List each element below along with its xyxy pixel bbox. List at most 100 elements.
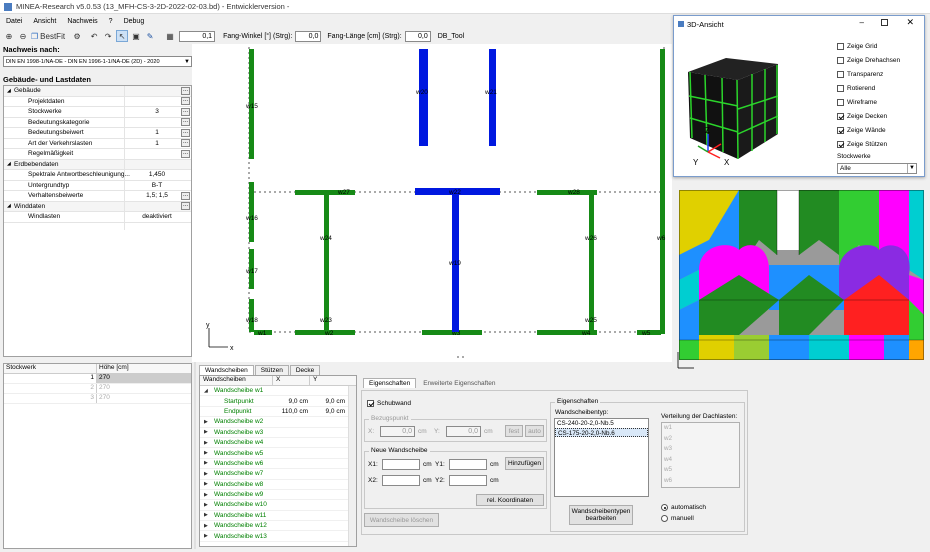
ellipsis-button[interactable]: ... (181, 118, 190, 127)
view3d-option[interactable]: Zeige Stützen (837, 139, 922, 153)
floor-plan-svg[interactable]: w15w16w17w18w27w24w28w26w23 w25w1 w2 w3 w4 w5… (192, 44, 672, 362)
y1-input[interactable] (449, 459, 487, 470)
table-row[interactable]: ▶ Wandscheibe w2 (200, 417, 356, 428)
wandscheibe-loeschen-button[interactable]: Wandscheibe löschen (364, 513, 439, 527)
expand-icon[interactable]: ▶ (204, 450, 208, 456)
expand-icon[interactable]: ◢ (7, 88, 11, 94)
rel-koordinaten-button[interactable]: rel. Koordinaten (476, 494, 544, 506)
property-row[interactable]: Bedeutungskategorie... (4, 118, 191, 128)
table-row[interactable]: 1 270 (4, 374, 191, 384)
auto-radio[interactable] (661, 504, 668, 511)
table-row[interactable]: ▶ Wandscheibe w10 (200, 500, 356, 511)
grid-icon[interactable]: ▦ (164, 30, 176, 42)
maximize-icon[interactable] (881, 19, 888, 26)
settings-icon[interactable]: ⚙ (71, 30, 83, 42)
option-checkbox[interactable] (837, 84, 844, 92)
table-row[interactable]: ▶ Wandscheibe w6 (200, 459, 356, 470)
auto-option[interactable]: automatisch (661, 504, 706, 511)
option-checkbox[interactable] (837, 140, 844, 148)
view3d-stockwerke-select[interactable]: Alle ▼ (837, 163, 917, 174)
wall-w6[interactable] (660, 49, 665, 334)
menu-debug[interactable]: Debug (124, 18, 145, 25)
typ-list[interactable]: CS-240-20-2,0-Nb.5 CS-175-20-2,0-Nb.6 (554, 418, 649, 497)
hinzufuegen-button[interactable]: Hinzufügen (505, 457, 544, 470)
view3d-option[interactable]: Wireframe (837, 97, 922, 111)
view3d-option[interactable]: Zeige Grid (837, 41, 922, 55)
property-row[interactable]: Regelmäßigkeit... (4, 149, 191, 160)
ellipsis-button[interactable]: ... (181, 149, 190, 158)
pointer-tool-icon[interactable]: ↖ (116, 30, 129, 42)
expand-icon[interactable]: ◢ (7, 203, 11, 209)
table-row[interactable]: ▶ Wandscheibe w11 (200, 511, 356, 522)
bez-x-input[interactable]: 0,0 (380, 426, 415, 437)
expand-icon[interactable]: ▶ (204, 471, 208, 477)
property-group[interactable]: ◢ Winddaten... (4, 201, 191, 212)
table-row[interactable]: ▶ Wandscheibe w4 (200, 438, 356, 449)
wall-w16[interactable] (249, 182, 254, 242)
ellipsis-button[interactable]: ... (181, 139, 190, 148)
property-row[interactable]: Art der Verkehrslasten 1... (4, 139, 191, 149)
property-row[interactable]: Verhaltensbeiwerte 1,5; 1,5... (4, 191, 191, 202)
ellipsis-button[interactable]: ... (181, 97, 190, 106)
menu-ansicht[interactable]: Ansicht (33, 18, 56, 25)
wall-w20[interactable] (419, 49, 428, 146)
ellipsis-button[interactable]: ... (181, 128, 190, 137)
expand-icon[interactable]: ◢ (204, 388, 208, 394)
tab-stuetzen[interactable]: Stützen (254, 365, 289, 375)
expand-icon[interactable]: ▶ (204, 512, 208, 518)
view3d-option[interactable]: Rotierend (837, 83, 922, 97)
table-row[interactable]: ◢ Wandscheibe w1 (200, 386, 356, 397)
expand-icon[interactable]: ▶ (204, 429, 208, 435)
property-row[interactable]: Projektdaten... (4, 97, 191, 107)
table-row[interactable]: ▶ Wandscheibe w8 (200, 480, 356, 490)
ellipsis-button[interactable]: ... (181, 202, 190, 211)
schubwand-option[interactable]: Schubwand (367, 400, 411, 407)
verteilung-list[interactable]: w1 w2 w3 w4 w5 w6 (661, 422, 740, 488)
x2-input[interactable] (382, 475, 420, 486)
table-row[interactable]: ▶ Wandscheibe w5 (200, 448, 356, 459)
select-area-icon[interactable]: ▣ (130, 30, 142, 42)
option-checkbox[interactable] (837, 42, 844, 50)
option-checkbox[interactable] (837, 126, 844, 134)
x1-input[interactable] (382, 459, 420, 470)
expand-icon[interactable]: ▶ (204, 533, 208, 539)
typen-bearbeiten-button[interactable]: Wandscheibentypen bearbeiten (569, 505, 633, 525)
fang-winkel-input[interactable]: 0,0 (295, 30, 322, 42)
fang-laenge-input[interactable]: 0,0 (404, 30, 431, 42)
expand-icon[interactable]: ▶ (204, 460, 208, 466)
expand-icon[interactable]: ▶ (204, 502, 208, 508)
manuell-radio[interactable] (661, 515, 668, 522)
expand-icon[interactable]: ▶ (204, 481, 208, 487)
view3d-option[interactable]: Zeige Wände (837, 125, 922, 139)
option-checkbox[interactable] (837, 56, 844, 64)
view3d-option[interactable]: Zeige Drehachsen (837, 55, 922, 69)
undo-icon[interactable]: ↶ (88, 30, 100, 42)
expand-icon[interactable]: ▶ (204, 492, 208, 498)
zoom-out-icon[interactable]: ⊖ (17, 30, 29, 42)
expand-icon[interactable]: ▶ (204, 440, 208, 446)
property-row[interactable]: Untergrundtyp B-T (4, 181, 191, 191)
manuell-option[interactable]: manuell (661, 515, 694, 522)
tab-decke[interactable]: Decke (289, 365, 321, 375)
auto-button[interactable]: auto (525, 425, 544, 437)
ellipsis-button[interactable]: ... (181, 107, 190, 116)
tab-eigenschaften[interactable]: Eigenschaften (363, 378, 417, 388)
view3d-canvas[interactable]: Y Z X (678, 34, 833, 174)
wall-w18[interactable] (249, 299, 254, 332)
menu-nachweis[interactable]: Nachweis (67, 18, 97, 25)
wall-w21[interactable] (489, 49, 496, 146)
table-row[interactable]: ▶ Wandscheibe w3 (200, 428, 356, 438)
table-row[interactable]: 3 270 (4, 394, 191, 404)
menu-datei[interactable]: Datei (6, 18, 22, 25)
point-row[interactable]: Startpunkt 9,0 cm 9,0 cm (200, 396, 356, 407)
table-row[interactable]: ▶ Wandscheibe w9 (200, 490, 356, 501)
db-tool-label[interactable]: DB_Tool (438, 33, 464, 40)
view3d-option[interactable]: Zeige Decken (837, 111, 922, 125)
fest-button[interactable]: fest (505, 425, 523, 437)
table-row[interactable]: ▶ Wandscheibe w13 (200, 531, 356, 542)
menu-help[interactable]: ? (109, 18, 113, 25)
y2-input[interactable] (449, 475, 487, 486)
option-checkbox[interactable] (837, 112, 844, 120)
wall-w24[interactable] (324, 192, 329, 332)
view3d-option[interactable]: Transparenz (837, 69, 922, 83)
